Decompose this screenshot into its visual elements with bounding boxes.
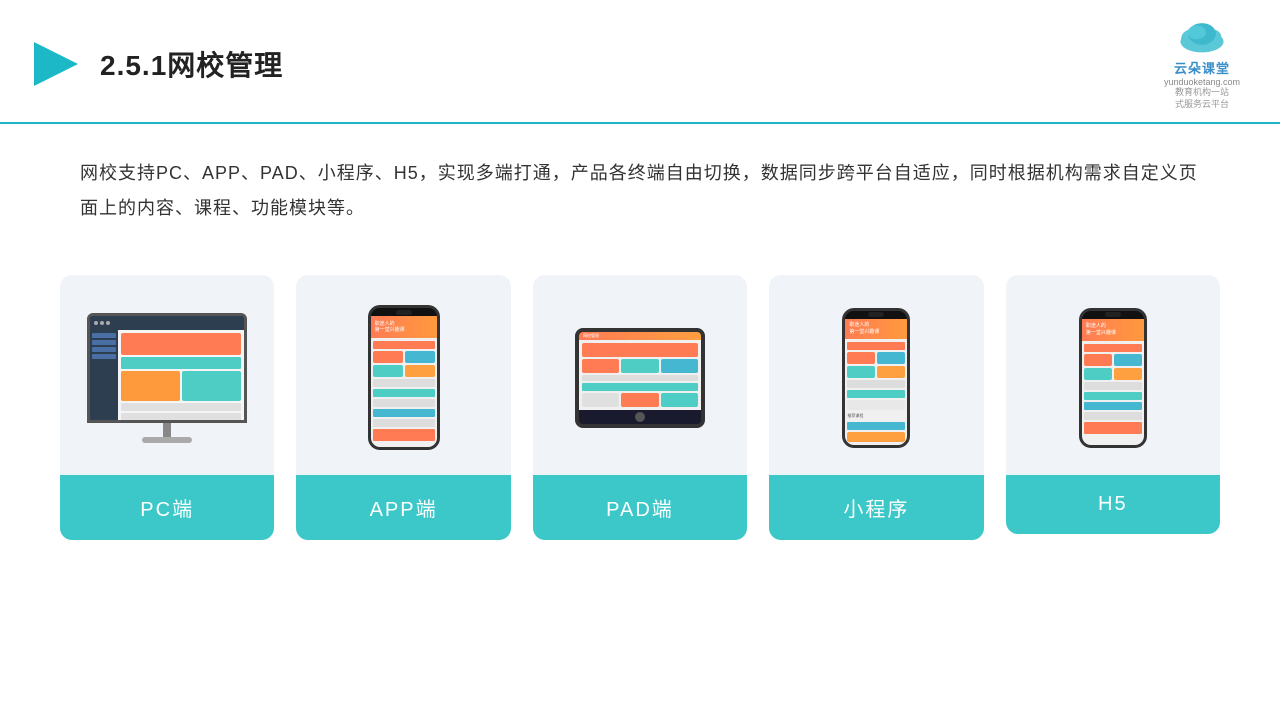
tablet-mockup: 网校管理 (575, 328, 705, 428)
description-content: 网校支持PC、APP、PAD、小程序、H5，实现多端打通，产品各终端自由切换，数… (80, 163, 1198, 217)
logo-domain: yunduoketang.com (1164, 77, 1240, 87)
pc-mockup (87, 313, 247, 443)
card-miniprogram: 职途人的第一堂兴趣课 (769, 275, 983, 540)
page-title: 2.5.1网校管理 (100, 44, 283, 84)
logo-tagline: 教育机构一站 式服务云平台 (1164, 87, 1240, 110)
card-app-image: 职途人的第一堂兴趣课 (296, 275, 510, 475)
play-icon (30, 38, 82, 90)
card-h5-label: H5 (1006, 475, 1220, 534)
card-pc-image (60, 275, 274, 475)
description-text: 网校支持PC、APP、PAD、小程序、H5，实现多端打通，产品各终端自由切换，数… (0, 124, 1280, 234)
logo-icon (1175, 18, 1229, 56)
logo-name: 云朵课堂 (1164, 58, 1240, 77)
card-pc: PC端 (60, 275, 274, 540)
card-app: 职途人的第一堂兴趣课 (296, 275, 510, 540)
phone-mockup-app: 职途人的第一堂兴趣课 (368, 305, 440, 450)
logo-area: 云朵课堂 yunduoketang.com 教育机构一站 式服务云平台 (1164, 18, 1240, 110)
card-pc-label: PC端 (60, 475, 274, 540)
card-miniprogram-image: 职途人的第一堂兴趣课 (769, 275, 983, 475)
card-pad: 网校管理 (533, 275, 747, 540)
card-h5: 职途人的第一堂兴趣课 (1006, 275, 1220, 534)
phone-mockup-mini: 职途人的第一堂兴趣课 (842, 308, 910, 448)
card-pad-label: PAD端 (533, 475, 747, 540)
card-app-label: APP端 (296, 475, 510, 540)
header-left: 2.5.1网校管理 (30, 38, 283, 90)
cards-container: PC端 职途人的第一堂兴趣课 (0, 245, 1280, 560)
card-pad-image: 网校管理 (533, 275, 747, 475)
card-miniprogram-label: 小程序 (769, 475, 983, 540)
phone-mockup-h5: 职途人的第一堂兴趣课 (1079, 308, 1147, 448)
card-h5-image: 职途人的第一堂兴趣课 (1006, 275, 1220, 475)
header: 2.5.1网校管理 云朵课堂 yunduoketang.com 教育机构一站 式… (0, 0, 1280, 124)
